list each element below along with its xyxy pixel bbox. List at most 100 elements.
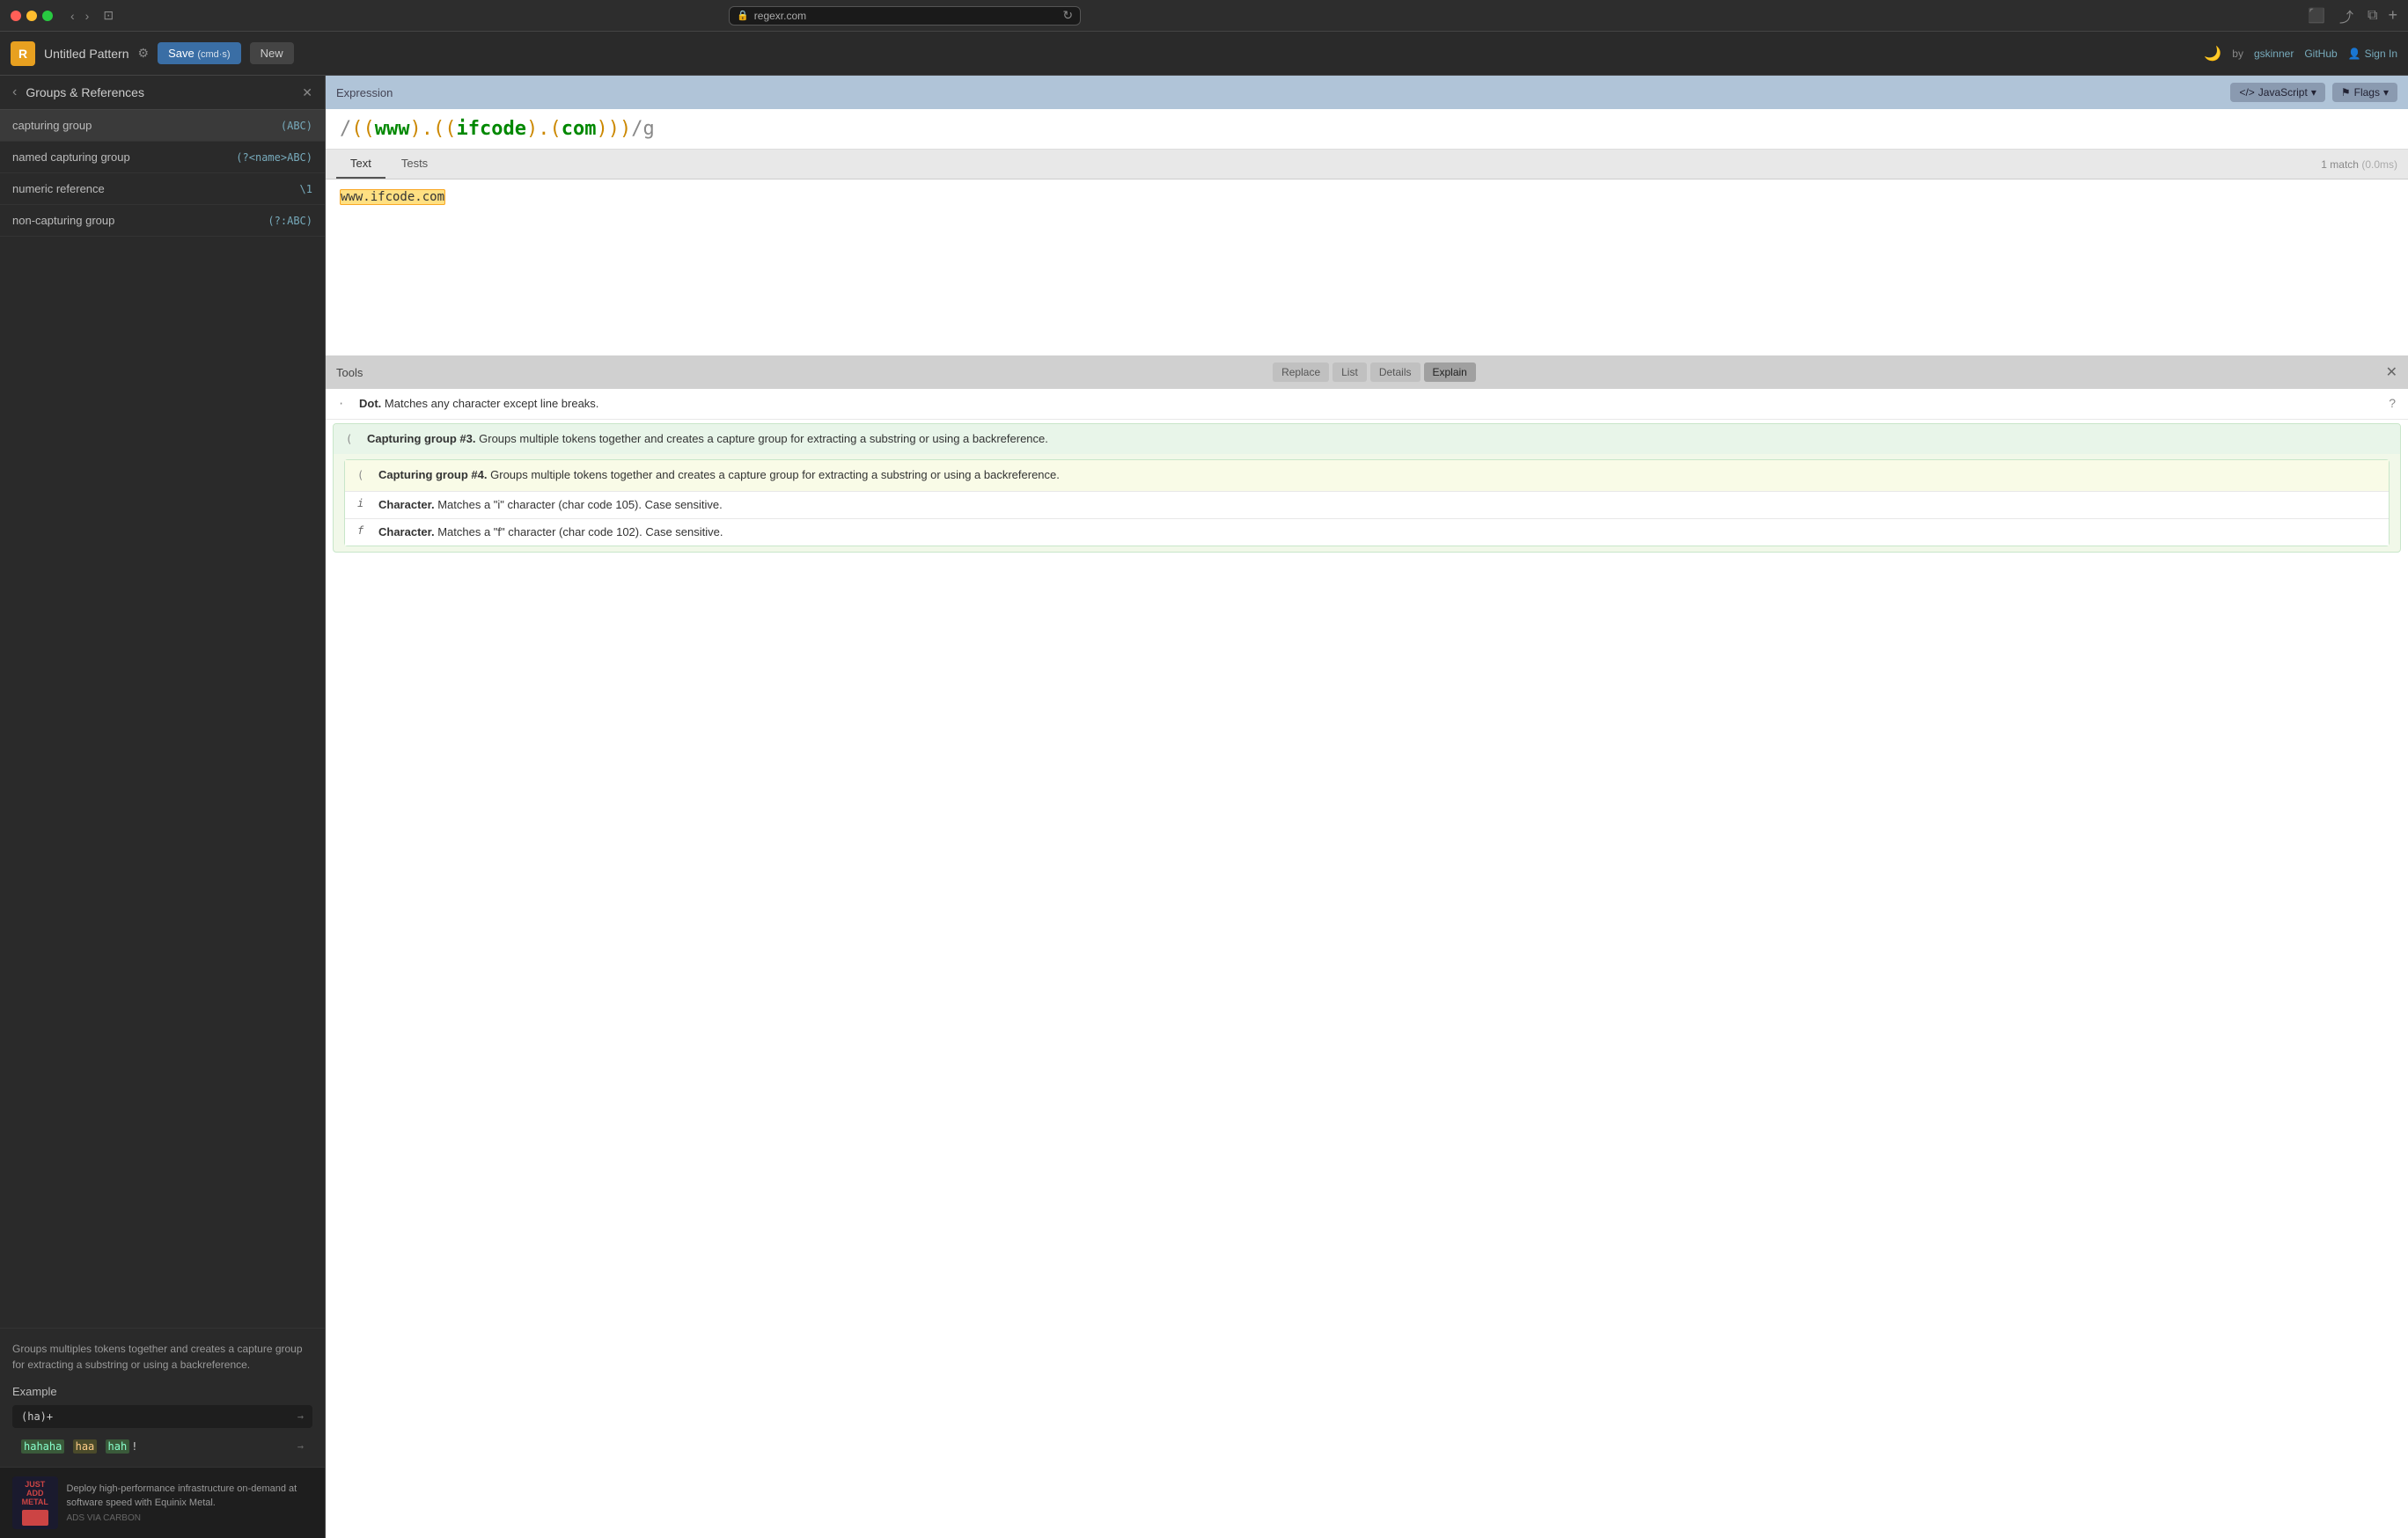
sidebar-item-capturing-group[interactable]: capturing group (ABC) [0,110,325,142]
text-area-container[interactable]: www.ifcode.com [326,179,2408,355]
expression-label: Expression [336,86,393,99]
close-paren-4: ) [608,118,620,140]
content-area: Expression </> JavaScript ▾ ⚑ Flags ▾ /(… [326,76,2408,1538]
sidebar-example: Example (ha)+ → hahaha haa hah! → [0,1385,325,1467]
user-icon: 👤 [2348,48,2361,60]
tabs-bar: Text Tests 1 match (0.0ms) [326,150,2408,179]
sidebar-item-named-capturing-group[interactable]: named capturing group (?<name>ABC) [0,142,325,173]
reload-button[interactable]: ↻ [1062,8,1073,23]
new-tab-button[interactable]: + [2388,6,2397,25]
gskinner-link[interactable]: gskinner [2254,48,2294,60]
ad-image: JUSTADDMETAL [12,1476,58,1529]
sidebar-list: capturing group (ABC) named capturing gr… [0,110,325,1328]
chevron-down-icon: ▾ [2311,86,2316,99]
sidebar-item-name: numeric reference [12,182,300,195]
explain-group-3-header: ( Capturing group #3. Groups multiple to… [334,424,2400,454]
minimize-window-button[interactable] [26,11,37,21]
back-button[interactable]: ‹ [67,7,78,25]
settings-icon-button[interactable]: ⚙ [138,46,150,61]
sidebar-item-code: (ABC) [281,120,312,132]
tabs: Text Tests [336,150,442,179]
explain-text-group3: Capturing group #3. Groups multiple toke… [367,431,1048,447]
sidebar-description: Groups multiples tokens together and cre… [0,1328,325,1385]
nav-arrows: ‹ › [67,7,92,25]
pattern-title: Untitled Pattern [44,47,129,61]
sidebar-item-name: non-capturing group [12,214,268,227]
sidebar-toggle-button[interactable]: ⊡ [103,8,114,23]
chevron-down-icon: ▾ [2383,86,2389,99]
share-button[interactable]: ⤴ [2336,4,2357,28]
lock-icon: 🔒 [737,10,749,21]
app-header: R Untitled Pattern ⚙ Save (cmd·s) New 🌙 … [0,32,2408,76]
window-button[interactable]: ⧉ [2364,6,2381,26]
explain-char-f: f Character. Matches a "f" character (ch… [345,518,2389,546]
new-button[interactable]: New [250,42,294,64]
address-bar: 🔒 regexr.com ↻ [729,6,1081,26]
maximize-window-button[interactable] [42,11,53,21]
tools-tab-explain[interactable]: Explain [1424,363,1476,382]
github-link[interactable]: GitHub [2304,48,2337,60]
tools-close-button[interactable]: ✕ [2386,363,2397,381]
extension-button[interactable]: ⬛ [2304,5,2329,26]
explain-text-char-i: Character. Matches a "i" character (char… [378,497,723,513]
sidebar-header: ‹ Groups & References ✕ [0,76,325,110]
match-1: hahaha [21,1439,64,1454]
close-paren-2: ) [526,118,538,140]
sidebar-back-button[interactable]: ‹ [12,84,17,100]
ifcode-text: ifcode [457,118,526,140]
dot-token-icon: · [338,398,350,410]
sidebar-item-numeric-reference[interactable]: numeric reference \1 [0,173,325,205]
toolbar-right: ⬛ ⤴ ⧉ + [2304,4,2397,28]
sidebar-close-button[interactable]: ✕ [302,85,312,100]
sidebar-example-title: Example [12,1385,312,1398]
sidebar-item-code: (?<name>ABC) [236,151,312,164]
url-text: regexr.com [754,10,806,22]
example-matches: hahaha haa hah! → [12,1435,312,1458]
arrow-icon: → [297,1410,304,1423]
language-button[interactable]: </> JavaScript ▾ [2230,83,2324,102]
expression-bar: Expression </> JavaScript ▾ ⚑ Flags ▾ [326,76,2408,109]
help-icon[interactable]: ? [2389,396,2396,410]
example-code: (ha)+ → [12,1405,312,1428]
close-window-button[interactable] [11,11,21,21]
com-text: com [562,118,597,140]
explain-text-group4: Capturing group #4. Groups multiple toke… [378,467,1060,483]
forward-button[interactable]: › [82,7,93,25]
sidebar-item-name: capturing group [12,119,281,132]
sidebar-title: Groups & References [26,85,293,99]
tools-tab-list[interactable]: List [1332,363,1367,382]
close-slash: / [631,118,642,140]
regex-display[interactable]: /((www).((ifcode).(com)))/g [326,109,2408,150]
open-paren-1: ( [351,118,363,140]
save-button[interactable]: Save (cmd·s) [158,42,241,64]
explain-text-dot: Dot. Matches any character except line b… [359,396,598,412]
sidebar: ‹ Groups & References ✕ capturing group … [0,76,326,1538]
expression-controls: </> JavaScript ▾ ⚑ Flags ▾ [2230,83,2397,102]
open-slash: / [340,118,351,140]
ad-content: Deploy high-performance infrastructure o… [67,1483,313,1523]
explain-content: · Dot. Matches any character except line… [326,389,2408,1538]
explain-text-char-f: Character. Matches a "f" character (char… [378,524,723,540]
tools-tab-details[interactable]: Details [1370,363,1421,382]
tools-tabs: Replace List Details Explain [1273,363,1476,382]
explain-group-3: ( Capturing group #3. Groups multiple to… [333,423,2401,553]
sidebar-item-non-capturing-group[interactable]: non-capturing group (?:ABC) [0,205,325,237]
www-text: www [375,118,410,140]
flags-button[interactable]: ⚑ Flags ▾ [2332,83,2397,102]
char-i-icon: i [357,497,370,509]
inner-group-icon: ( [357,469,370,481]
tools-tab-replace[interactable]: Replace [1273,363,1329,382]
match-count: 1 match (0.0ms) [2321,158,2397,171]
traffic-lights [11,11,53,21]
tab-tests[interactable]: Tests [387,150,442,179]
main-container: ‹ Groups & References ✕ capturing group … [0,76,2408,1538]
char-f-icon: f [357,524,370,537]
dot-operator: . [422,118,433,140]
sidebar-item-code: \1 [300,183,312,195]
signin-button[interactable]: 👤 Sign In [2348,48,2397,60]
dark-mode-button[interactable]: 🌙 [2204,45,2221,62]
tab-text[interactable]: Text [336,150,385,179]
group-icon: ( [346,433,358,445]
close-paren-3: ) [596,118,607,140]
open-paren-2: ( [363,118,375,140]
